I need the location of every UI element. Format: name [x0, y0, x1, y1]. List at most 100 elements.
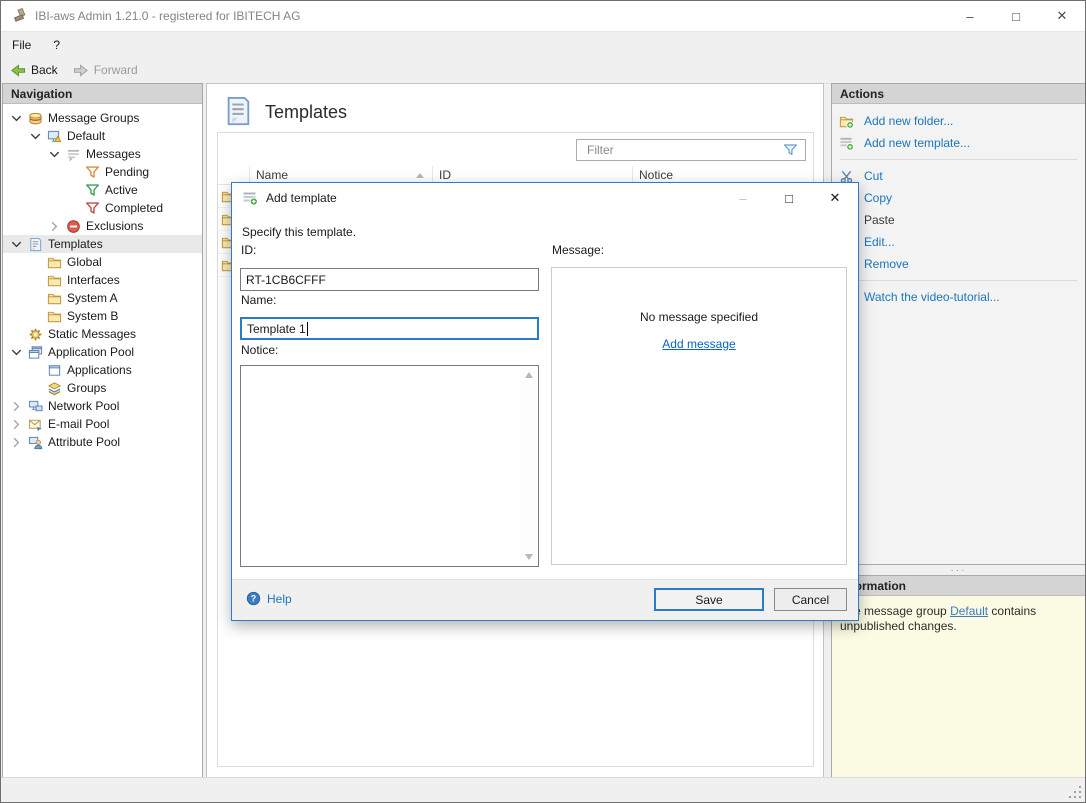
menu-help[interactable]: ?: [42, 34, 71, 56]
tree-item-interfaces[interactable]: Interfaces: [3, 271, 202, 289]
funnel-green-icon: [83, 183, 102, 198]
action-label: Paste: [857, 213, 895, 227]
resize-grip[interactable]: [1069, 786, 1081, 798]
back-button[interactable]: Back: [4, 61, 64, 80]
actions-divider: [840, 280, 1077, 281]
navigation-tree: Message Groups Default MessagesPendingActi…: [3, 104, 202, 451]
tree-item-completed[interactable]: Completed: [3, 199, 202, 217]
action-edit[interactable]: Edit...: [832, 231, 1085, 253]
menu-bar: File ?: [1, 32, 1085, 57]
action-label: Cut: [857, 169, 883, 183]
action-copy[interactable]: Copy: [832, 187, 1085, 209]
expander-collapse-icon[interactable]: [26, 129, 45, 144]
filter-funnel-icon[interactable]: [782, 142, 799, 158]
tree-item-label: Global: [64, 255, 102, 269]
name-field[interactable]: Template 1: [240, 317, 539, 340]
action-remove[interactable]: Remove: [832, 253, 1085, 275]
maximize-button[interactable]: □: [993, 1, 1039, 31]
tree-item-default[interactable]: Default: [3, 127, 202, 145]
help-link[interactable]: ? Help: [246, 591, 292, 606]
tree-item-messages[interactable]: Messages: [3, 145, 202, 163]
folder-icon: [45, 291, 64, 306]
tree-item-global[interactable]: Global: [3, 253, 202, 271]
tree-item-message-groups[interactable]: Message Groups: [3, 109, 202, 127]
notice-scrollbar[interactable]: [521, 367, 537, 565]
email-pool-icon: [26, 417, 45, 432]
tree-item-active[interactable]: Active: [3, 181, 202, 199]
action-label: Remove: [857, 257, 909, 271]
folder-icon: [45, 255, 64, 270]
expander-collapse-icon[interactable]: [7, 237, 26, 252]
message-empty-text: No message specified: [552, 310, 846, 324]
tree-item-static-messages[interactable]: Static Messages: [3, 325, 202, 343]
cancel-button[interactable]: Cancel: [774, 588, 847, 611]
back-arrow-icon: [10, 63, 26, 78]
expander-expand-icon[interactable]: [7, 435, 26, 450]
expander-collapse-icon[interactable]: [7, 345, 26, 360]
actions-header: Actions: [832, 84, 1085, 104]
minimize-button[interactable]: –: [947, 1, 993, 31]
expander-collapse-icon[interactable]: [7, 111, 26, 126]
add-message-link[interactable]: Add message: [662, 337, 735, 351]
template-icon: [26, 237, 45, 252]
scroll-up-icon[interactable]: [525, 372, 533, 378]
text-caret: [307, 322, 308, 336]
column-name-label: Name: [256, 168, 288, 182]
forward-button[interactable]: Forward: [67, 61, 144, 80]
application-pool-icon: [26, 345, 45, 360]
expander-spacer: [64, 183, 83, 198]
action-add-new-template[interactable]: Add new template...: [832, 132, 1085, 154]
expander-collapse-icon[interactable]: [45, 147, 64, 162]
tree-item-application-pool[interactable]: Application Pool: [3, 343, 202, 361]
tree-item-network-pool[interactable]: Network Pool: [3, 397, 202, 415]
expander-expand-icon[interactable]: [45, 219, 64, 234]
action-label: Copy: [857, 191, 892, 205]
tree-item-templates[interactable]: Templates: [3, 235, 202, 253]
page-title: Templates: [253, 102, 347, 123]
tree-item-pending[interactable]: Pending: [3, 163, 202, 181]
tree-item-label: Templates: [45, 237, 103, 251]
action-watch-the-video-tutorial[interactable]: Watch the video-tutorial...: [832, 286, 1085, 308]
static-messages-icon: [26, 327, 45, 342]
messages-icon: [64, 147, 83, 162]
tree-item-groups[interactable]: Groups: [3, 379, 202, 397]
forward-arrow-icon: [73, 63, 89, 78]
exclusions-icon: [64, 219, 83, 234]
tree-item-label: Application Pool: [45, 345, 134, 359]
tree-item-label: Network Pool: [45, 399, 119, 413]
dialog-close-button[interactable]: ✕: [812, 183, 858, 213]
tree-item-label: Interfaces: [64, 273, 120, 287]
action-add-new-folder[interactable]: Add new folder...: [832, 110, 1085, 132]
tree-item-exclusions[interactable]: Exclusions: [3, 217, 202, 235]
tree-item-system-a[interactable]: System A: [3, 289, 202, 307]
back-label: Back: [31, 63, 58, 77]
default-group-link[interactable]: Default: [950, 604, 988, 618]
close-button[interactable]: ✕: [1039, 1, 1085, 31]
filter-input[interactable]: Filter: [576, 139, 806, 161]
save-button[interactable]: Save: [654, 588, 764, 611]
action-cut[interactable]: Cut: [832, 165, 1085, 187]
tree-item-applications[interactable]: Applications: [3, 361, 202, 379]
window-title: IBI-aws Admin 1.21.0 - registered for IB…: [35, 9, 300, 23]
menu-file[interactable]: File: [1, 34, 42, 56]
application-icon: [45, 363, 64, 378]
add-template-dialog: Add template – □ ✕ Specify this template…: [231, 182, 859, 621]
tree-item-label: Message Groups: [45, 111, 139, 125]
scroll-down-icon[interactable]: [525, 554, 533, 560]
panel-splitter-handle[interactable]: ···: [831, 565, 1086, 575]
dialog-footer: ? Help Save Cancel: [232, 579, 858, 620]
tree-item-attribute-pool[interactable]: Attribute Pool: [3, 433, 202, 451]
tree-item-system-b[interactable]: System B: [3, 307, 202, 325]
expander-expand-icon[interactable]: [7, 417, 26, 432]
dialog-maximize-button[interactable]: □: [766, 183, 812, 213]
actions-divider: [840, 159, 1077, 160]
id-field[interactable]: RT-1CB6CFFF: [240, 268, 539, 291]
tree-item-e-mail-pool[interactable]: E-mail Pool: [3, 415, 202, 433]
dialog-minimize-button: –: [720, 183, 766, 213]
expander-expand-icon[interactable]: [7, 399, 26, 414]
status-bar: [1, 777, 1085, 802]
notice-field[interactable]: [240, 365, 539, 567]
actions-list: Add new folder...Add new template... Cut C…: [832, 104, 1085, 308]
tree-item-label: Default: [64, 129, 105, 143]
message-groups-icon: [26, 111, 45, 126]
